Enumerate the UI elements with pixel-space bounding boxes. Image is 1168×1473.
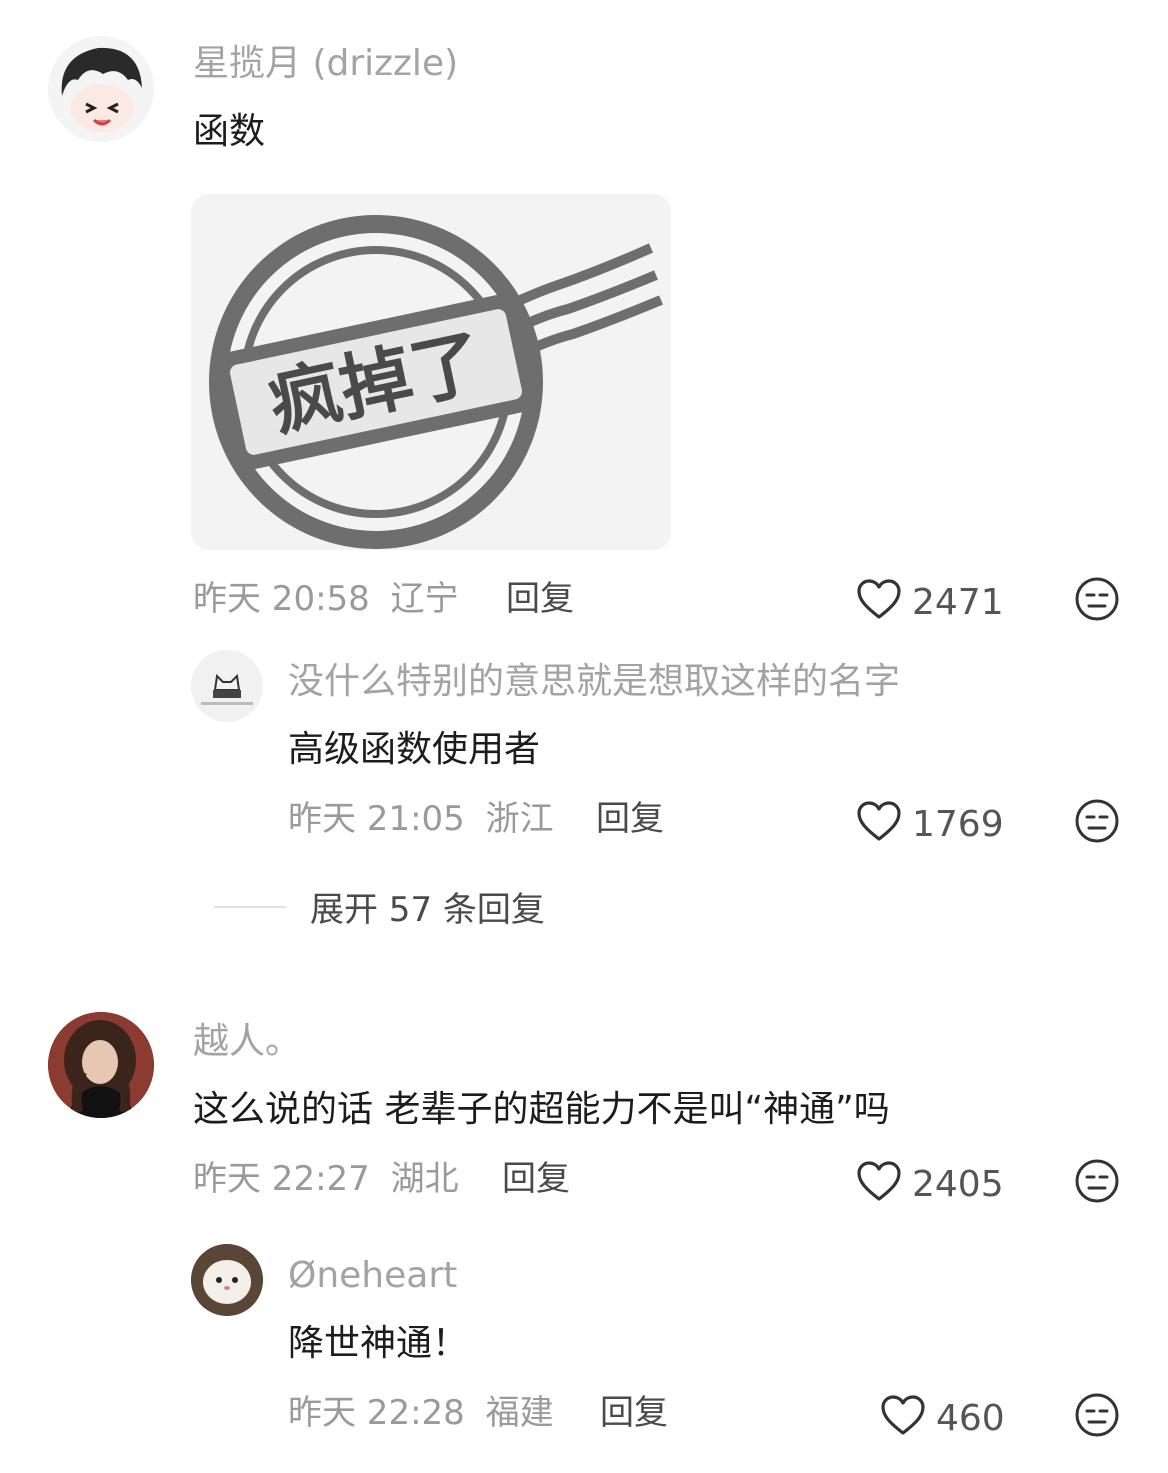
time-text: 昨天 22:28 (288, 1393, 465, 1433)
like-count: 1769 (912, 803, 1004, 845)
comment-time: 昨天 20:58 辽宁 (193, 582, 459, 616)
sticker-image[interactable]: 疯掉了 (191, 194, 671, 550)
heart-outline-icon (856, 578, 902, 627)
heart-outline-icon (856, 1160, 902, 1209)
location-text: 辽宁 (390, 579, 459, 619)
dislike-button[interactable] (1074, 1392, 1120, 1442)
expand-replies-button[interactable]: 展开 57 条回复 (214, 882, 545, 931)
divider (214, 905, 286, 908)
reply-button[interactable]: 回复 (596, 802, 664, 836)
comment-text: 这么说的话 老辈子的超能力不是叫“神通”吗 (193, 1089, 890, 1130)
time-text: 昨天 21:05 (288, 799, 465, 839)
time-text: 昨天 22:27 (193, 1159, 370, 1199)
location-text: 福建 (485, 1393, 554, 1433)
comment-author[interactable]: 越人。 (193, 1024, 301, 1060)
avatar[interactable] (48, 36, 154, 142)
reply-author[interactable]: Øneheart (288, 1258, 457, 1294)
meh-face-icon (1074, 1159, 1120, 1208)
like-count: 460 (936, 1397, 1005, 1439)
reply-time: 昨天 22:28 福建 (288, 1396, 554, 1430)
comment-author[interactable]: 星揽月 (drizzle) (193, 46, 458, 82)
expand-replies-label: 展开 57 条回复 (310, 890, 545, 930)
location-text: 湖北 (390, 1159, 459, 1199)
reply-text: 高级函数使用者 (288, 729, 541, 770)
dislike-button[interactable] (1074, 798, 1120, 848)
meh-face-icon (1074, 577, 1120, 626)
reply-button[interactable]: 回复 (600, 1396, 668, 1430)
meh-face-icon (1074, 799, 1120, 848)
avatar[interactable] (191, 650, 263, 722)
heart-outline-icon (856, 800, 902, 849)
location-text: 浙江 (485, 799, 554, 839)
dislike-button[interactable] (1074, 576, 1120, 626)
like-count: 2471 (912, 581, 1004, 623)
like-button[interactable]: 1769 (856, 800, 1004, 849)
reply-author[interactable]: 没什么特别的意思就是想取这样的名字 (288, 664, 900, 700)
like-button[interactable]: 2471 (856, 578, 1004, 627)
dislike-button[interactable] (1074, 1158, 1120, 1208)
reply-text: 降世神通！ (288, 1323, 469, 1364)
comment-text: 函数 (193, 111, 266, 152)
like-button[interactable]: 460 (880, 1394, 1005, 1443)
heart-outline-icon (880, 1394, 926, 1443)
like-button[interactable]: 2405 (856, 1160, 1004, 1209)
meh-face-icon (1074, 1393, 1120, 1442)
reply-time: 昨天 21:05 浙江 (288, 802, 554, 836)
avatar[interactable] (191, 1244, 263, 1316)
comment-time: 昨天 22:27 湖北 (193, 1162, 459, 1196)
like-count: 2405 (912, 1163, 1004, 1205)
avatar[interactable] (48, 1012, 154, 1118)
reply-button[interactable]: 回复 (502, 1162, 570, 1196)
time-text: 昨天 20:58 (193, 579, 370, 619)
reply-button[interactable]: 回复 (506, 582, 574, 616)
